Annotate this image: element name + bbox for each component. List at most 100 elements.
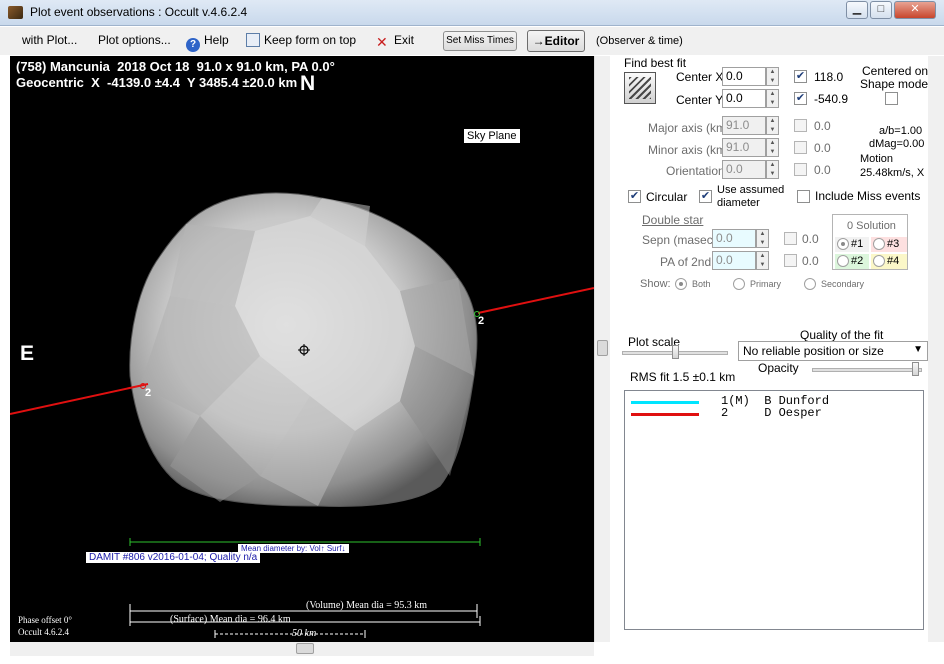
use-assumed-label-1: Use assumed [717, 184, 785, 196]
center-x-input[interactable]: 0.0 [722, 67, 766, 86]
major-axis-result: 0.0 [814, 119, 831, 133]
menu-exit-label: Exit [394, 33, 415, 47]
center-y-input[interactable]: 0.0 [722, 89, 766, 108]
app-icon [8, 6, 23, 19]
solution-2[interactable]: #2 [835, 254, 869, 269]
double-star-label[interactable]: Double star [642, 213, 703, 227]
separation-spinner[interactable]: ▲ ▼ [756, 229, 769, 248]
plot-area[interactable]: (758) Mancunia 2018 Oct 18 91.0 x 91.0 k… [10, 56, 594, 642]
opacity-slider[interactable] [812, 368, 922, 372]
separation-input[interactable]: 0.0 [712, 229, 756, 248]
menu-keep-form[interactable]: Keep form on top [246, 33, 356, 47]
quality-of-fit-select[interactable]: No reliable position or size ▼ [738, 341, 928, 361]
include-miss-checkbox[interactable] [797, 190, 810, 203]
vertical-scroll-thumb[interactable] [597, 340, 608, 356]
show-both-radio[interactable] [675, 278, 687, 290]
menu-with-plot[interactable]: with Plot... [22, 33, 77, 47]
center-y-spinner[interactable]: ▲ ▼ [766, 89, 779, 108]
phase-offset-label: Phase offset 0° Occult 4.6.2.4 [18, 614, 72, 638]
solution-title: 0 Solution [847, 220, 896, 232]
surface-diameter-label: (Surface) Mean dia = 96.4 km [170, 614, 291, 625]
shape-model-checkbox[interactable] [885, 92, 898, 105]
motion-label: Motion [860, 153, 894, 165]
set-miss-times-button[interactable]: Set Miss Times [443, 31, 517, 51]
separation-checkbox[interactable] [784, 232, 797, 245]
menu-exit[interactable]: ✕ Exit [376, 33, 414, 49]
minor-axis-spinner[interactable]: ▲ ▼ [766, 138, 779, 157]
north-label: N [300, 72, 316, 95]
solution-4[interactable]: #4 [871, 254, 907, 269]
show-primary-label: Primary [750, 279, 781, 289]
scale-km-label: 50 km [292, 628, 317, 639]
editor-button[interactable]: →Editor [527, 30, 585, 52]
pa-second-spinner[interactable]: ▲ ▼ [756, 251, 769, 270]
panel-scrollbar[interactable] [928, 56, 944, 642]
east-label: E [20, 342, 35, 365]
observer-legend[interactable]: 1(M) B Dunford 2 D Oesper [624, 390, 924, 630]
minor-axis-label: Minor axis (km) [648, 143, 731, 157]
circular-checkbox[interactable]: ✔ [628, 190, 641, 203]
major-axis-spinner[interactable]: ▲ ▼ [766, 116, 779, 135]
solution-1-radio[interactable] [837, 238, 849, 250]
window-title: Plot event observations : Occult v.4.6.2… [30, 5, 248, 19]
major-axis-label: Major axis (km) [648, 121, 731, 135]
minimize-button[interactable]: ▁ [846, 1, 868, 19]
plot-vertical-scrollbar[interactable] [594, 56, 610, 642]
dmag-label: dMag=0.00 [869, 138, 925, 150]
minor-axis-result: 0.0 [814, 141, 831, 155]
orientation-checkbox[interactable] [794, 163, 807, 176]
solution-2-label: #2 [851, 255, 864, 267]
volume-diameter-label: (Volume) Mean dia = 95.3 km [306, 600, 427, 611]
close-button[interactable]: ✕ [894, 1, 936, 19]
center-x-result: 118.0 [814, 70, 844, 84]
orientation-spinner[interactable]: ▲ ▼ [766, 160, 779, 179]
minor-axis-checkbox[interactable] [794, 141, 807, 154]
title-bar: Plot event observations : Occult v.4.6.2… [0, 0, 944, 26]
solution-3-radio[interactable] [873, 238, 885, 250]
solution-4-radio[interactable] [873, 255, 885, 267]
plot-header-line2: Geocentric X -4139.0 ±4.4 Y 3485.4 ±20.0… [16, 75, 298, 90]
exit-icon: ✕ [376, 34, 388, 50]
orientation-label: Orientation [666, 164, 725, 178]
show-secondary-radio[interactable] [804, 278, 816, 290]
solution-1-label: #1 [851, 238, 864, 250]
show-primary-radio[interactable] [733, 278, 745, 290]
plot-scale-thumb[interactable] [672, 345, 679, 359]
damit-model-label: DAMIT #806 v2016-01-04; Quality n/a [86, 552, 261, 563]
solution-1[interactable]: #1 [835, 237, 869, 252]
center-y-checkbox[interactable]: ✔ [794, 92, 807, 105]
use-assumed-checkbox[interactable]: ✔ [699, 190, 712, 203]
chord-label-left: 2 [145, 387, 152, 399]
solution-4-label: #4 [887, 255, 900, 267]
sky-plane-label: Sky Plane [464, 129, 520, 143]
pa-second-checkbox[interactable] [784, 254, 797, 267]
show-both-label: Both [692, 279, 711, 289]
horizontal-scroll-thumb[interactable] [296, 643, 314, 654]
observer-time-label[interactable]: (Observer & time) [596, 35, 683, 47]
orientation-input[interactable]: 0.0 [722, 160, 766, 179]
pa-second-result: 0.0 [802, 254, 819, 268]
chord-line-right [477, 287, 594, 314]
major-axis-checkbox[interactable] [794, 119, 807, 132]
solution-3-label: #3 [887, 238, 900, 250]
center-x-checkbox[interactable]: ✔ [794, 70, 807, 83]
menu-help[interactable]: ? Help [186, 33, 229, 52]
maximize-button[interactable]: □ [870, 1, 892, 19]
legend-line-2 [631, 413, 699, 416]
major-axis-input[interactable]: 91.0 [722, 116, 766, 135]
rms-fit-label: RMS fit 1.5 ±0.1 km [630, 370, 736, 384]
center-x-label: Center X [676, 70, 724, 84]
menu-keep-form-label: Keep form on top [264, 33, 357, 47]
minor-axis-input[interactable]: 91.0 [722, 138, 766, 157]
center-x-spinner[interactable]: ▲ ▼ [766, 67, 779, 86]
legend-row-2: 2 D Oesper [629, 407, 919, 420]
pa-second-input[interactable]: 0.0 [712, 251, 756, 270]
show-secondary-label: Secondary [821, 279, 865, 289]
plot-horizontal-scrollbar[interactable] [10, 642, 594, 656]
solution-2-radio[interactable] [837, 255, 849, 267]
best-fit-icon[interactable] [624, 72, 656, 104]
solution-3[interactable]: #3 [871, 237, 907, 252]
menu-plot-options[interactable]: Plot options... [98, 33, 171, 47]
circular-label: Circular [646, 190, 688, 204]
opacity-thumb[interactable] [912, 362, 919, 376]
